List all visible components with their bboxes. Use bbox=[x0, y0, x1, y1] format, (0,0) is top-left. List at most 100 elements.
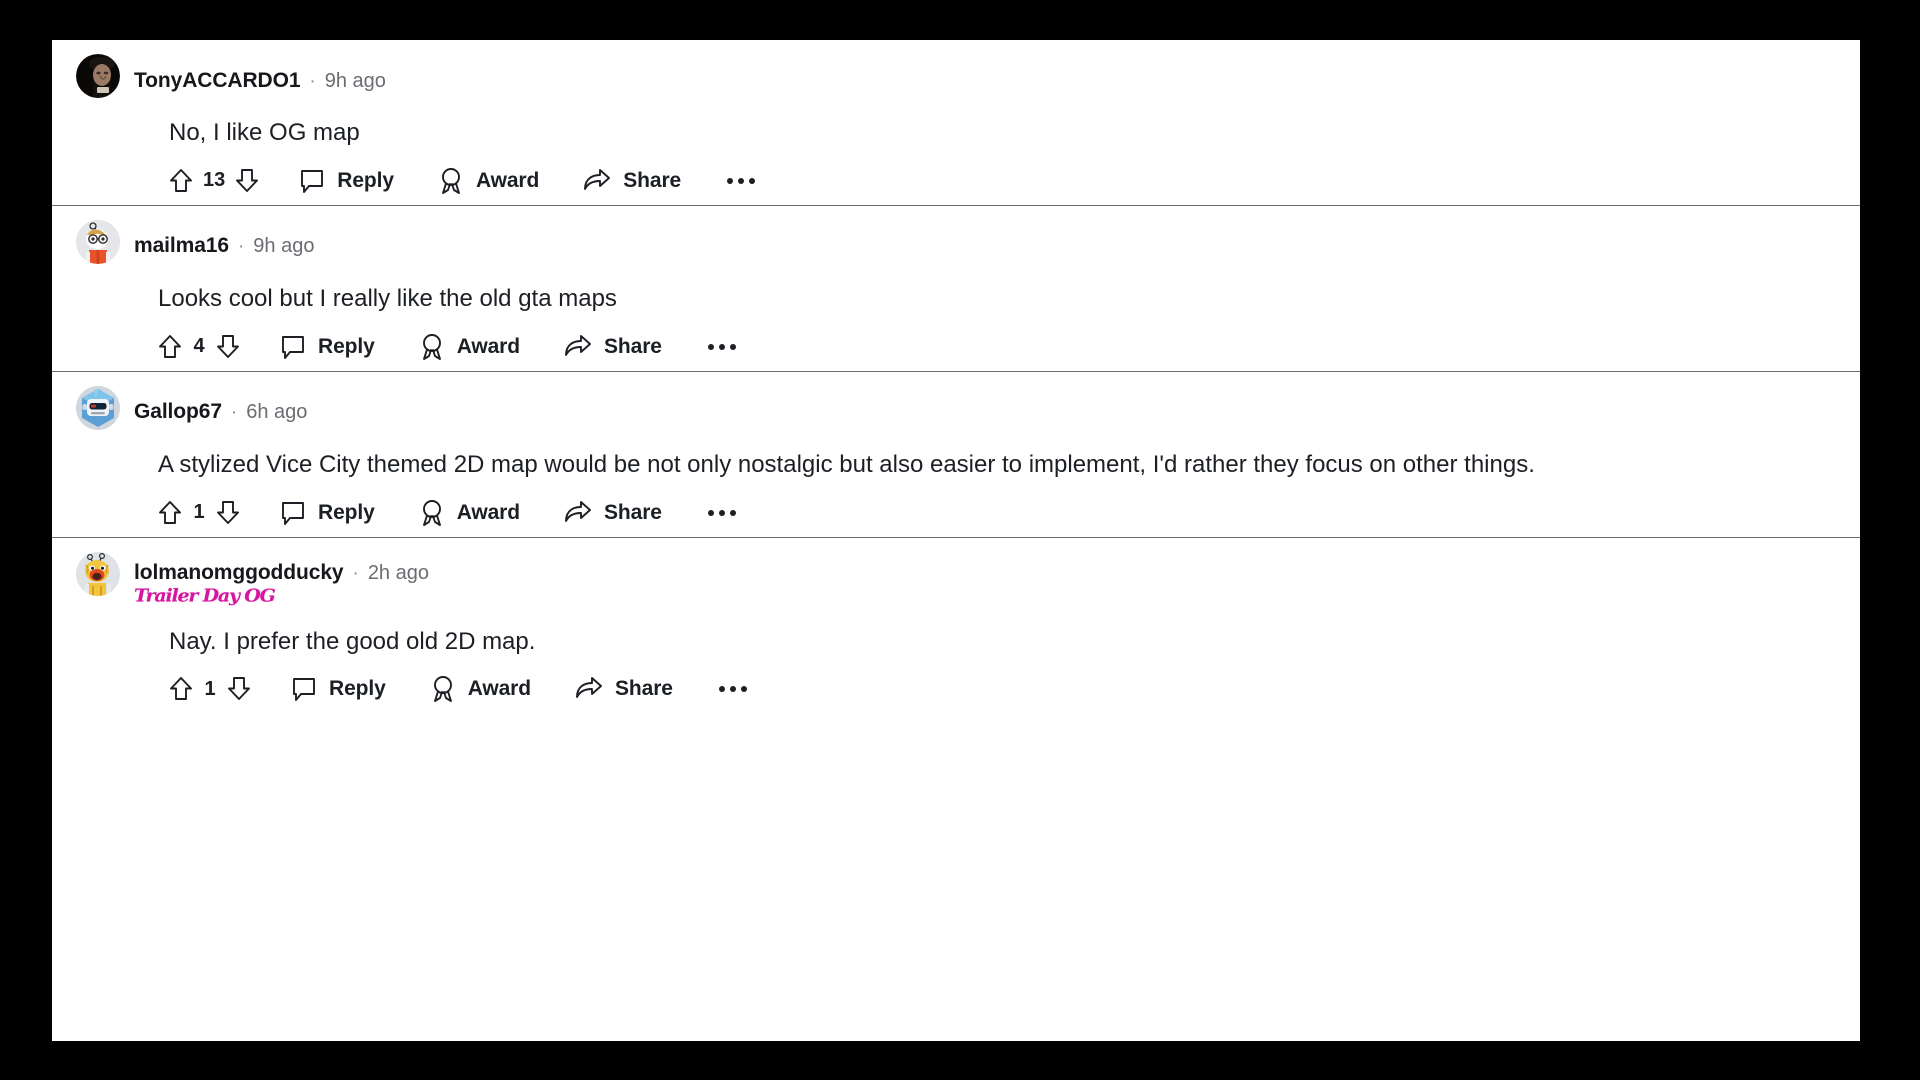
share-button[interactable]: Share bbox=[575, 676, 673, 702]
comment-meta: TonyACCARDO1 · 9h ago bbox=[134, 54, 386, 98]
award-label: Award bbox=[456, 334, 520, 358]
comment-bubble-icon bbox=[299, 168, 325, 194]
award-ribbon-icon bbox=[419, 333, 445, 361]
ellipsis-dot-icon bbox=[740, 686, 747, 693]
upvote-icon[interactable] bbox=[158, 500, 182, 526]
avatar[interactable] bbox=[76, 54, 120, 98]
upvote-icon[interactable] bbox=[169, 676, 193, 702]
comment-bubble-icon bbox=[291, 676, 317, 702]
comment-body: No, I like OG map bbox=[169, 119, 360, 146]
ellipsis-dot-icon bbox=[729, 343, 736, 350]
ellipsis-dot-icon bbox=[738, 177, 745, 184]
share-label: Share bbox=[623, 168, 682, 192]
share-label: Share bbox=[604, 334, 662, 358]
downvote-icon[interactable] bbox=[216, 334, 240, 360]
comment-action-bar: 1 Reply Award Share bbox=[169, 675, 1836, 703]
ellipsis-dot-icon bbox=[718, 343, 725, 350]
more-options-button[interactable] bbox=[725, 174, 757, 188]
comment-timestamp: 6h ago bbox=[246, 401, 308, 424]
reply-button[interactable]: Reply bbox=[291, 676, 386, 702]
avatar[interactable] bbox=[76, 551, 120, 596]
screenshot-root: TonyACCARDO1 · 9h ago No, I like OG map bbox=[0, 0, 1920, 1080]
comment-meta: lolmanomggodducky · 2h ago Trailer Day O… bbox=[134, 552, 429, 607]
share-label: Share bbox=[604, 500, 662, 524]
comment-action-bar: 4 Reply Award Share bbox=[158, 333, 1836, 361]
award-ribbon-icon bbox=[430, 675, 456, 703]
comment-action-bar: 1 Reply Award Share bbox=[158, 499, 1836, 527]
award-button[interactable]: Award bbox=[430, 675, 531, 703]
comment-timestamp: 2h ago bbox=[367, 561, 429, 584]
ellipsis-dot-icon bbox=[729, 509, 736, 516]
upvote-icon[interactable] bbox=[158, 334, 182, 360]
meta-separator: · bbox=[230, 402, 238, 424]
award-button[interactable]: Award bbox=[419, 499, 520, 527]
ellipsis-dot-icon bbox=[718, 686, 725, 693]
share-arrow-icon bbox=[564, 500, 592, 526]
award-label: Award bbox=[467, 677, 531, 701]
comment-author[interactable]: Gallop67 bbox=[134, 400, 222, 424]
meta-separator: · bbox=[309, 70, 316, 92]
downvote-icon[interactable] bbox=[216, 500, 240, 526]
user-flair-badge: Trailer Day OG bbox=[134, 585, 276, 606]
award-label: Award bbox=[475, 168, 540, 192]
share-button[interactable]: Share bbox=[583, 168, 681, 194]
award-button[interactable]: Award bbox=[438, 167, 539, 195]
downvote-icon[interactable] bbox=[235, 168, 259, 194]
share-button[interactable]: Share bbox=[564, 334, 662, 360]
comment-thread-item: lolmanomggodducky · 2h ago Trailer Day O… bbox=[52, 537, 1860, 714]
ellipsis-dot-icon bbox=[707, 343, 714, 350]
share-button[interactable]: Share bbox=[564, 500, 662, 526]
share-arrow-icon bbox=[575, 676, 603, 702]
comments-panel: TonyACCARDO1 · 9h ago No, I like OG map bbox=[52, 40, 1860, 1041]
reply-label: Reply bbox=[318, 500, 375, 524]
yellow-tiger-snoo-avatar-icon bbox=[76, 551, 120, 596]
comment-thread-item: Gallop67 · 6h ago A stylized Vice City t… bbox=[52, 371, 1860, 538]
more-options-button[interactable] bbox=[706, 506, 738, 520]
comment-header: mailma16 · 9h ago bbox=[76, 219, 1836, 264]
more-options-button[interactable] bbox=[706, 340, 738, 354]
comment-timestamp: 9h ago bbox=[253, 235, 315, 258]
ellipsis-dot-icon bbox=[729, 686, 736, 693]
ellipsis-dot-icon bbox=[707, 509, 714, 516]
avatar[interactable] bbox=[76, 219, 120, 264]
vote-count: 1 bbox=[193, 501, 205, 524]
reply-button[interactable]: Reply bbox=[280, 500, 375, 526]
vote-group: 13 bbox=[169, 168, 259, 194]
downvote-icon[interactable] bbox=[227, 676, 251, 702]
comment-author[interactable]: TonyACCARDO1 bbox=[134, 69, 301, 93]
award-label: Award bbox=[456, 500, 520, 524]
comment-body: A stylized Vice City themed 2D map would… bbox=[158, 450, 1535, 478]
award-button[interactable]: Award bbox=[419, 333, 520, 361]
upvote-icon[interactable] bbox=[169, 168, 193, 194]
award-ribbon-icon bbox=[438, 167, 464, 195]
comment-thread-item: mailma16 · 9h ago Looks cool but I reall… bbox=[52, 205, 1860, 372]
vote-count: 1 bbox=[204, 677, 216, 700]
bearded-man-photo-avatar-icon bbox=[76, 54, 120, 98]
comment-author[interactable]: lolmanomggodducky bbox=[134, 561, 344, 585]
vote-group: 1 bbox=[169, 676, 251, 702]
more-options-button[interactable] bbox=[717, 682, 749, 696]
vote-group: 4 bbox=[158, 334, 240, 360]
avatar[interactable] bbox=[76, 385, 120, 430]
comment-meta: mailma16 · 9h ago bbox=[134, 220, 314, 264]
award-ribbon-icon bbox=[419, 499, 445, 527]
snoo-blonde-glasses-orange-shirt-avatar-icon bbox=[76, 219, 120, 264]
comment-meta: Gallop67 · 6h ago bbox=[134, 386, 307, 430]
comment-body: Nay. I prefer the good old 2D map. bbox=[169, 627, 536, 655]
share-label: Share bbox=[615, 677, 673, 701]
share-arrow-icon bbox=[583, 168, 611, 194]
reply-label: Reply bbox=[329, 677, 386, 701]
vote-group: 1 bbox=[158, 500, 240, 526]
vote-count: 4 bbox=[193, 335, 205, 358]
comment-bubble-icon bbox=[280, 500, 306, 526]
reply-button[interactable]: Reply bbox=[280, 334, 375, 360]
reply-button[interactable]: Reply bbox=[299, 168, 394, 194]
comment-author[interactable]: mailma16 bbox=[134, 234, 229, 258]
reply-label: Reply bbox=[318, 334, 375, 358]
ellipsis-dot-icon bbox=[749, 177, 756, 184]
blue-robot-avatar-icon bbox=[76, 385, 120, 430]
comment-header: lolmanomggodducky · 2h ago Trailer Day O… bbox=[76, 551, 1836, 607]
meta-separator: · bbox=[237, 236, 245, 258]
comment-timestamp: 9h ago bbox=[324, 69, 386, 92]
comment-action-bar: 13 Reply Award Share bbox=[169, 167, 1836, 195]
